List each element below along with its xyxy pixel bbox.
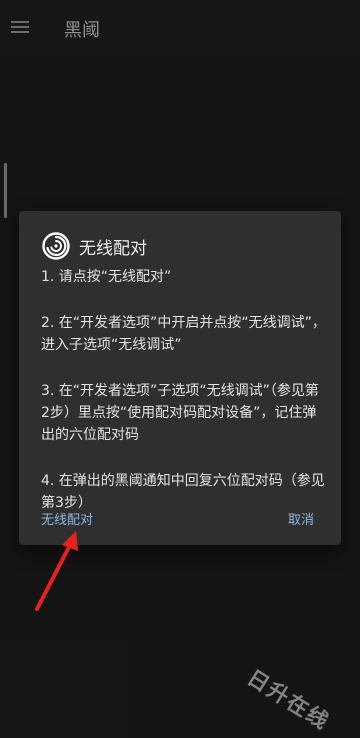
- swirl-logo-icon: [41, 231, 71, 261]
- wireless-pair-button[interactable]: 无线配对: [41, 509, 93, 528]
- step-3: 3. 在“开发者选项”子选项“无线调试”（参见第2步）里点按“使用配对码配对设备…: [41, 383, 319, 443]
- step-1: 1. 请点按“无线配对”: [41, 269, 172, 285]
- wireless-pairing-dialog: 无线配对 1. 请点按“无线配对” 2. 在“开发者选项”中开启并点按“无线调试…: [19, 211, 341, 545]
- step-2: 2. 在“开发者选项”中开启并点按“无线调试”，进入子选项“无线调试”: [41, 315, 326, 353]
- step-4: 4. 在弹出的黑阈通知中回复六位配对码（参见第3步）: [41, 473, 325, 511]
- cancel-button[interactable]: 取消: [288, 509, 314, 528]
- dialog-title: 无线配对: [79, 239, 147, 259]
- dialog-message: 1. 请点按“无线配对” 2. 在“开发者选项”中开启并点按“无线调试”，进入子…: [41, 266, 327, 514]
